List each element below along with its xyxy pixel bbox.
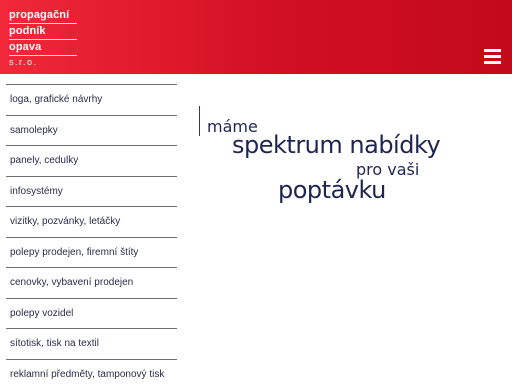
nav-item-screen-printing[interactable]: sítotisk, tisk na textil bbox=[6, 328, 177, 359]
menu-bar-middle bbox=[484, 55, 501, 58]
nav-item-price-tags[interactable]: cenovky, vybavení prodejen bbox=[6, 267, 177, 298]
logo-line-3: opava bbox=[9, 41, 77, 56]
nav-item-store-signage[interactable]: polepy prodejen, firemní štíty bbox=[6, 236, 177, 268]
nav-item-panels[interactable]: panely, cedulky bbox=[6, 145, 177, 176]
logo-line-1: propagační bbox=[9, 9, 77, 24]
menu-bar-top bbox=[484, 49, 501, 52]
hero-slogan: máme spektrum nabídky pro vaši poptávku bbox=[199, 106, 499, 226]
logo-sro: s.r.o. bbox=[9, 57, 38, 67]
logo-line-2: podník bbox=[9, 25, 77, 40]
hero-line-2: spektrum nabídky bbox=[232, 131, 441, 159]
company-logo[interactable]: propagační podník opava s.r.o. bbox=[9, 9, 77, 68]
nav-item-stickers[interactable]: samolepky bbox=[6, 114, 177, 146]
nav-item-infosystems[interactable]: infosystémy bbox=[6, 175, 177, 207]
menu-bar-bottom bbox=[484, 61, 501, 64]
hero-accent-bar bbox=[199, 106, 200, 136]
nav-item-promo-items[interactable]: reklamní předměty, tamponový tisk bbox=[6, 358, 177, 384]
hamburger-menu-icon[interactable] bbox=[481, 46, 503, 66]
hero-line-4: poptávku bbox=[278, 176, 386, 204]
services-nav: loga, grafické návrhy samolepky panely, … bbox=[6, 84, 177, 384]
nav-item-vehicle-wraps[interactable]: polepy vozidel bbox=[6, 297, 177, 329]
nav-item-logos[interactable]: loga, grafické návrhy bbox=[6, 84, 177, 115]
nav-item-business-cards[interactable]: vizitky, pozvánky, letáčky bbox=[6, 206, 177, 237]
site-header: propagační podník opava s.r.o. bbox=[0, 0, 512, 74]
